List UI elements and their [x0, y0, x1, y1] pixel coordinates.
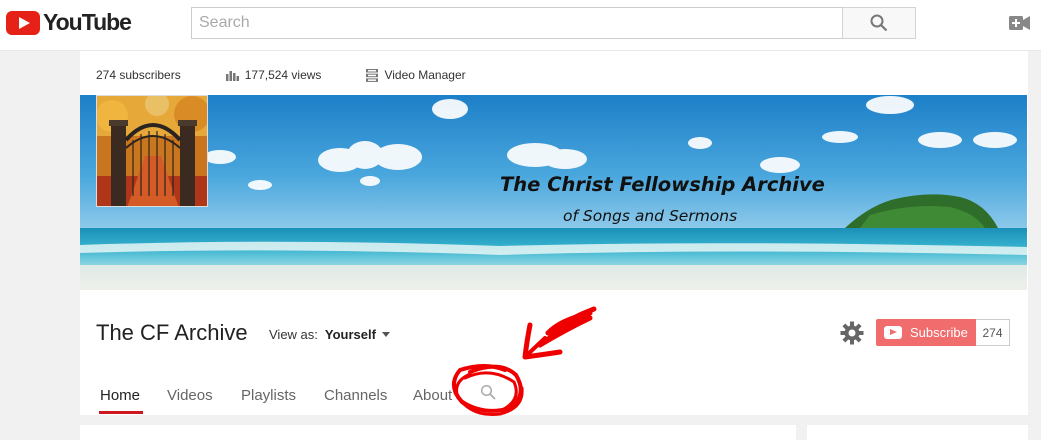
logo-text: YouTube	[43, 9, 132, 35]
subscribe-label: Subscribe	[910, 325, 968, 340]
views-stat[interactable]: 177,524 views	[225, 68, 322, 82]
masthead: YouTube Search	[0, 0, 1041, 51]
stats-bars-icon	[225, 70, 239, 81]
video-manager-icon	[366, 68, 379, 82]
tab-about[interactable]: About	[413, 387, 452, 404]
gear-icon[interactable]	[840, 321, 864, 345]
video-manager-label: Video Manager	[384, 68, 466, 82]
channel-avatar[interactable]	[96, 95, 208, 207]
youtube-logo-icon	[6, 10, 40, 35]
channel-stats-bar: 274 subscribers 177,524 views Video Mana…	[96, 67, 511, 83]
channel-header-card: 274 subscribers 177,524 views Video Mana…	[80, 51, 1028, 415]
channel-banner[interactable]: The Christ Fellowship Archive of Songs a…	[80, 95, 1027, 290]
subscriber-stat[interactable]: 274 subscribers	[96, 68, 181, 82]
view-as-label: View as:	[269, 327, 318, 342]
youtube-logo[interactable]: YouTube	[6, 9, 132, 36]
channel-tabs: Home Videos Playlists Channels About	[80, 369, 1027, 415]
sidebar-panel	[807, 425, 1028, 440]
views-count-text: 177,524 views	[244, 68, 322, 82]
subscribe-button[interactable]: Subscribe	[876, 319, 977, 346]
active-tab-indicator	[99, 411, 143, 414]
tab-playlists[interactable]: Playlists	[241, 387, 296, 404]
video-manager-link[interactable]: Video Manager	[366, 68, 466, 82]
banner-title: The Christ Fellowship Archive	[500, 173, 825, 196]
tab-home[interactable]: Home	[100, 387, 140, 404]
chevron-down-icon	[381, 332, 390, 337]
view-as-value: Yourself	[324, 327, 376, 342]
youtube-play-icon	[884, 326, 902, 339]
tab-channels[interactable]: Channels	[324, 387, 387, 404]
search-icon	[870, 14, 888, 32]
channel-name[interactable]: The CF Archive	[96, 320, 248, 346]
subscriber-count-text: 274 subscribers	[96, 68, 181, 82]
banner-subtitle: of Songs and Sermons	[563, 207, 738, 225]
search-input[interactable]: Search	[191, 7, 843, 39]
tab-videos[interactable]: Videos	[167, 387, 213, 404]
upload-video-icon[interactable]	[1009, 16, 1030, 30]
content-panel	[80, 425, 796, 440]
subscriber-count-badge: 274	[976, 319, 1010, 346]
channel-search-icon[interactable]	[480, 384, 496, 400]
search-button[interactable]	[842, 7, 916, 39]
view-as-dropdown[interactable]: View as: Yourself	[269, 327, 390, 342]
avatar-gate-image	[97, 96, 207, 206]
